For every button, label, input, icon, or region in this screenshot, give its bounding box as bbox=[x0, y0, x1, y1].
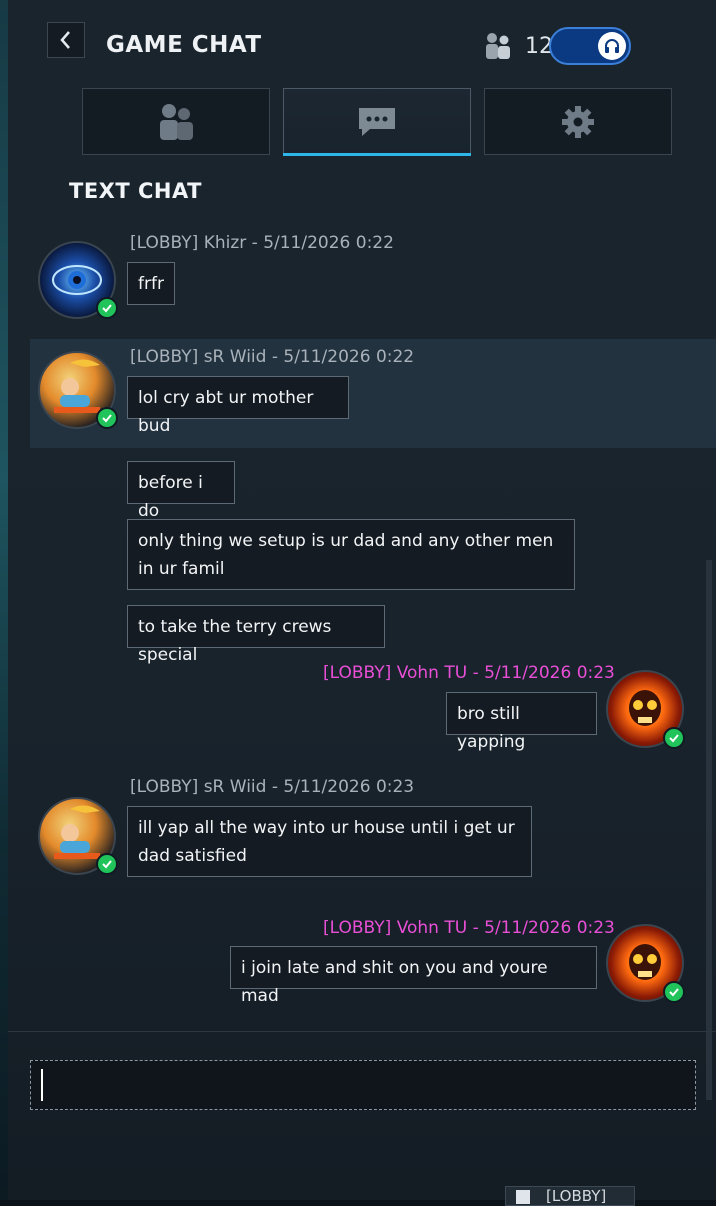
users-icon bbox=[484, 32, 512, 64]
online-check-icon bbox=[96, 297, 118, 319]
message-bubble: frfr bbox=[127, 262, 175, 305]
tab-chat[interactable] bbox=[283, 88, 471, 156]
channel-tag[interactable]: [LOBBY] bbox=[505, 1186, 635, 1206]
message-bubble: bro still yapping bbox=[446, 692, 597, 752]
scrollbar[interactable] bbox=[706, 560, 712, 1100]
gear-icon bbox=[562, 105, 594, 138]
online-check-icon bbox=[96, 853, 118, 875]
headset-icon bbox=[598, 32, 626, 60]
message-bubble: i join late and shit on you and youre ma… bbox=[230, 946, 597, 1006]
chat-input[interactable] bbox=[30, 1060, 696, 1110]
online-check-icon bbox=[96, 407, 118, 429]
back-button[interactable] bbox=[47, 22, 85, 58]
online-check-icon bbox=[663, 727, 685, 749]
message-header: [LOBBY] Vohn TU - 5/11/2026 0:23 bbox=[323, 663, 615, 683]
message-bubble: before i do bbox=[127, 461, 235, 521]
tab-users[interactable] bbox=[82, 88, 270, 155]
divider bbox=[8, 1031, 716, 1032]
message-header: [LOBBY] sR Wiid - 5/11/2026 0:22 bbox=[130, 347, 415, 367]
page-title: GAME CHAT bbox=[106, 32, 262, 58]
channel-tag-label: [LOBBY] bbox=[546, 1187, 607, 1205]
message-bubble: lol cry abt ur mother bud bbox=[127, 376, 349, 436]
online-check-icon bbox=[663, 981, 685, 1003]
voice-toggle[interactable] bbox=[549, 27, 631, 65]
text-caret bbox=[41, 1069, 43, 1101]
message-header: [LOBBY] Khizr - 5/11/2026 0:22 bbox=[130, 233, 394, 253]
message-header: [LOBBY] Vohn TU - 5/11/2026 0:23 bbox=[323, 918, 615, 938]
active-tab-indicator bbox=[283, 153, 471, 156]
chevron-left-icon bbox=[60, 31, 70, 49]
section-title: TEXT CHAT bbox=[69, 179, 202, 203]
channel-icon bbox=[516, 1190, 530, 1204]
users-icon bbox=[160, 103, 193, 140]
message-header: [LOBBY] sR Wiid - 5/11/2026 0:23 bbox=[130, 777, 415, 797]
message-bubble: to take the terry crews special bbox=[127, 605, 385, 665]
tab-settings[interactable] bbox=[484, 88, 672, 155]
message-text: only thing we setup is ur dad and any ot… bbox=[138, 531, 554, 579]
chat-bubble-icon bbox=[359, 107, 395, 136]
message-bubble: only thing we setup is ur dad and any ot… bbox=[127, 519, 575, 590]
message-bubble: ill yap all the way into ur house until … bbox=[127, 806, 532, 877]
